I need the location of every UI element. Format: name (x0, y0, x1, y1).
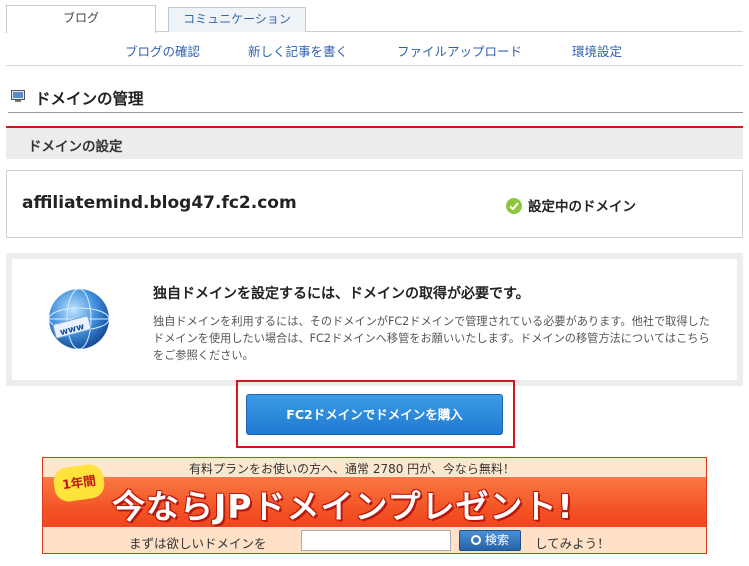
subnav-new-post[interactable]: 新しく記事を書く (248, 41, 348, 60)
sub-navigation: ブログの確認 新しく記事を書く ファイルアップロード 環境設定 (6, 32, 743, 66)
banner-top-text: 有料プランをお使いの方へ、通常 2780 円が、今なら無料！ (189, 462, 515, 476)
globe-www-icon: www (48, 288, 110, 350)
domain-name: affiliatemind.blog47.fc2.com (22, 193, 297, 213)
domain-status-label: 設定中のドメイン (528, 199, 636, 215)
page-title: ドメインの管理 (35, 90, 144, 108)
domain-search-button-label: 検索 (484, 533, 509, 547)
tab-communication[interactable]: コミュニケーション (168, 7, 306, 32)
tab-bar: ブログ コミュニケーション (6, 5, 743, 33)
search-icon (470, 535, 481, 545)
buy-domain-button[interactable]: FC2ドメインでドメインを購入 (246, 394, 503, 435)
tab-blog[interactable]: ブログ (6, 5, 156, 33)
info-title: 独自ドメインを設定するには、ドメインの取得が必要です。 (153, 286, 530, 302)
info-panel: www 独自ドメインを設定するには、ドメインの取得が必要です。 独自ドメインを利… (6, 253, 743, 386)
domain-search-input[interactable] (301, 530, 451, 551)
domain-box: affiliatemind.blog47.fc2.com 設定中のドメイン (6, 170, 743, 238)
monitor-icon (11, 90, 25, 102)
info-panel-inner: www 独自ドメインを設定するには、ドメインの取得が必要です。 独自ドメインを利… (12, 259, 737, 380)
banner-search-bar: まずは欲しいドメインを 検索 してみよう！ (43, 527, 706, 553)
banner-search-suffix: してみよう！ (535, 536, 610, 551)
subnav-blog-check[interactable]: ブログの確認 (125, 41, 200, 60)
page-title-bar: ドメインの管理 (8, 86, 743, 113)
subnav-file-upload[interactable]: ファイルアップロード (397, 41, 522, 60)
banner-headline: 今ならJPドメインプレゼント! (112, 487, 574, 526)
domain-status: 設定中のドメイン (506, 195, 636, 215)
banner-top-strip: 有料プランをお使いの方へ、通常 2780 円が、今なら無料！ (43, 458, 706, 477)
subnav-settings[interactable]: 環境設定 (572, 41, 622, 60)
check-icon (506, 198, 522, 214)
section-header: ドメインの設定 (6, 128, 743, 159)
banner-badge: 1年間 (51, 462, 107, 504)
promo-banner[interactable]: 有料プランをお使いの方へ、通常 2780 円が、今なら無料！ 1年間 今ならJP… (42, 457, 707, 554)
section-title: ドメインの設定 (28, 139, 123, 155)
info-body: 独自ドメインを利用するには、そのドメインがFC2ドメインで管理されている必要があ… (153, 315, 710, 362)
domain-search-button[interactable]: 検索 (459, 530, 521, 551)
banner-search-prefix: まずは欲しいドメインを (129, 536, 267, 551)
